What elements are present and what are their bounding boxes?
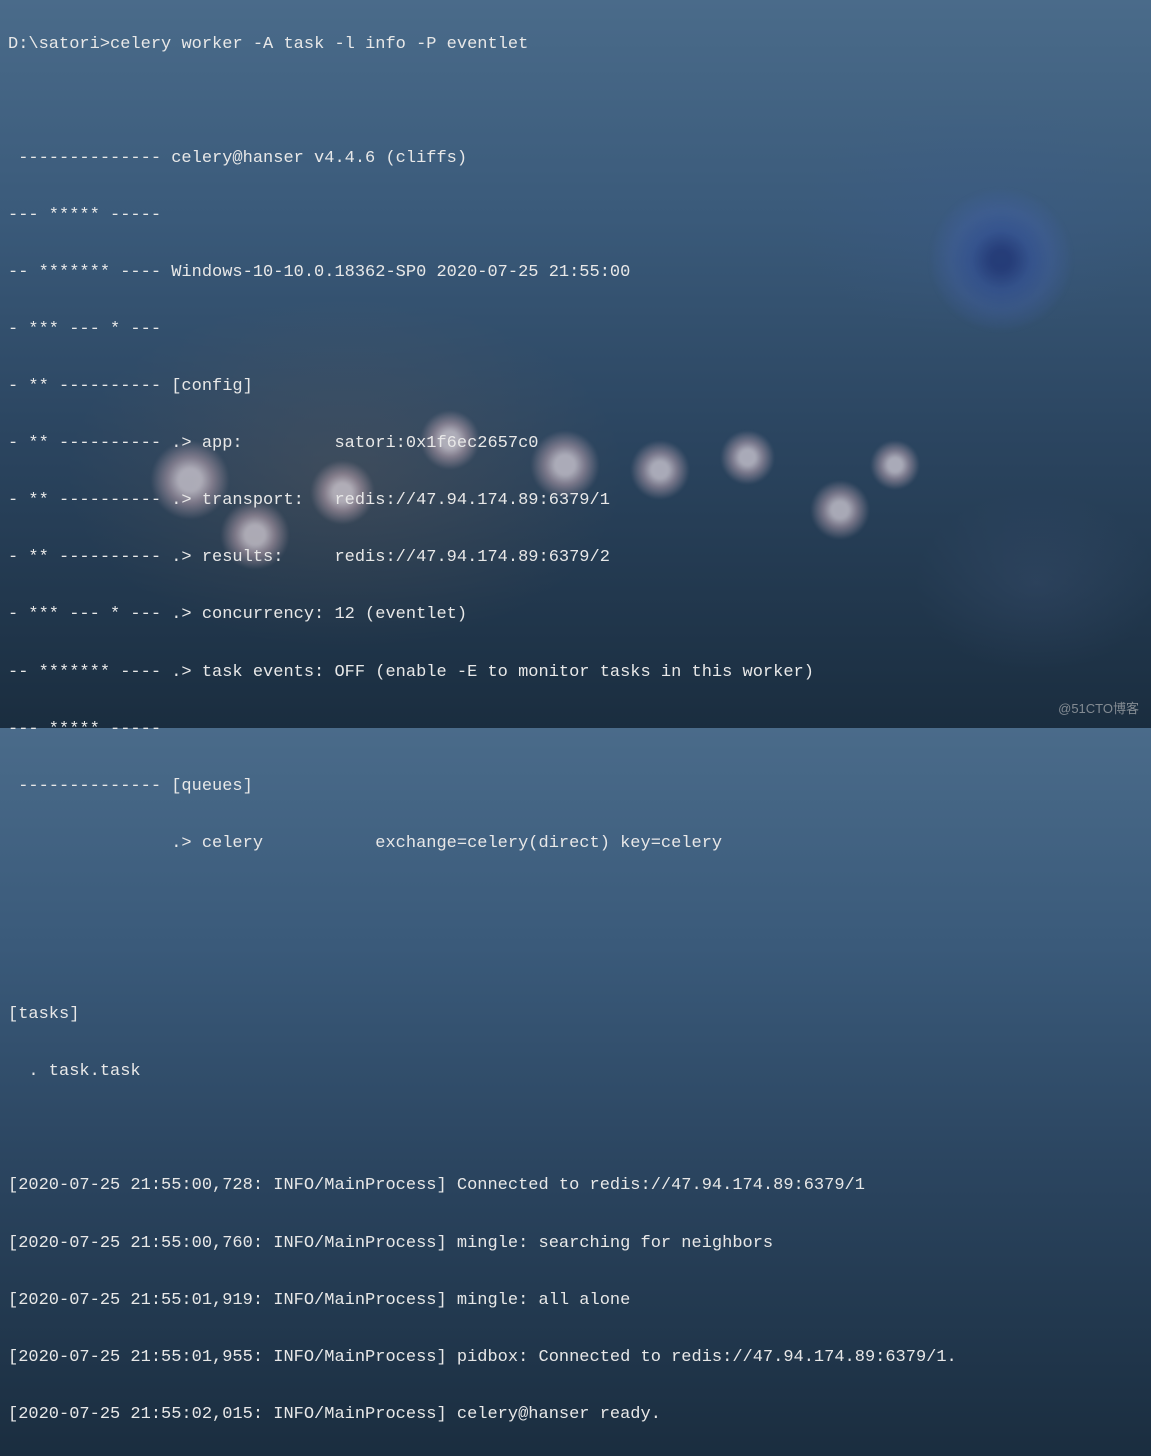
banner-line: -- ******* ---- .> task events: OFF (ena…: [8, 659, 1143, 688]
log-line: [2020-07-25 21:55:02,015: INFO/MainProce…: [8, 1401, 1143, 1430]
banner-line: [8, 887, 1143, 916]
banner-line: [8, 944, 1143, 973]
banner-line: - *** --- * --- .> concurrency: 12 (even…: [8, 601, 1143, 630]
banner-line: [8, 88, 1143, 117]
banner-line: -------------- celery@hanser v4.4.6 (cli…: [8, 145, 1143, 174]
banner-line: - *** --- * ---: [8, 316, 1143, 345]
prompt-line: D:\satori>celery worker -A task -l info …: [8, 31, 1143, 60]
command-text: celery worker -A task -l info -P eventle…: [110, 35, 528, 54]
log-line: [2020-07-25 21:55:00,728: INFO/MainProce…: [8, 1172, 1143, 1201]
banner-line: --- ***** -----: [8, 202, 1143, 231]
banner-line: .> celery exchange=celery(direct) key=ce…: [8, 830, 1143, 859]
banner-line: - ** ---------- [config]: [8, 373, 1143, 402]
watermark-text: @51CTO博客: [1058, 698, 1139, 720]
banner-line: - ** ---------- .> results: redis://47.9…: [8, 544, 1143, 573]
log-line: [2020-07-25 21:55:00,760: INFO/MainProce…: [8, 1230, 1143, 1259]
banner-line: -------------- [queues]: [8, 773, 1143, 802]
log-line: [2020-07-25 21:55:01,919: INFO/MainProce…: [8, 1287, 1143, 1316]
tasks-header: [tasks]: [8, 1001, 1143, 1030]
banner-line: -- ******* ---- Windows-10-10.0.18362-SP…: [8, 259, 1143, 288]
log-line: [2020-07-25 21:55:01,955: INFO/MainProce…: [8, 1344, 1143, 1373]
banner-line: [8, 1115, 1143, 1144]
banner-line: - ** ---------- .> app: satori:0x1f6ec26…: [8, 430, 1143, 459]
terminal-output[interactable]: D:\satori>celery worker -A task -l info …: [0, 0, 1151, 1456]
task-item: . task.task: [8, 1058, 1143, 1087]
prompt-path: D:\satori>: [8, 35, 110, 54]
banner-line: --- ***** -----: [8, 716, 1143, 745]
banner-line: - ** ---------- .> transport: redis://47…: [8, 487, 1143, 516]
